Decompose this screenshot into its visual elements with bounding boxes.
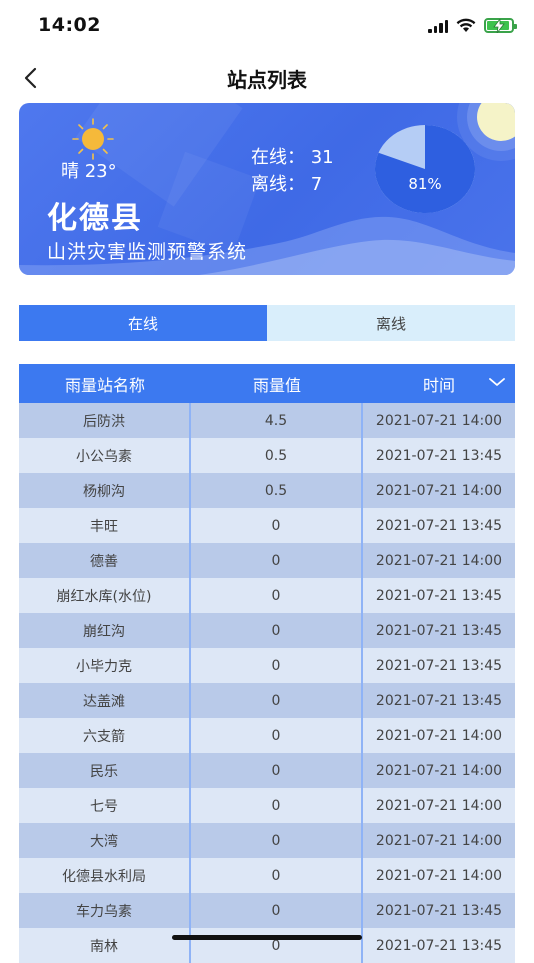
rainfall-value-cell: 0.5: [191, 438, 363, 473]
rainfall-value-cell: 0: [191, 543, 363, 578]
table-row[interactable]: 大湾 0 2021-07-21 14:00: [19, 823, 515, 858]
rainfall-value-cell: 0: [191, 893, 363, 928]
online-label: 在线：: [251, 147, 305, 168]
rainfall-value-cell: 0: [191, 823, 363, 858]
rainfall-value-cell: 0: [191, 928, 363, 963]
station-name-cell: 崩红水库(水位): [19, 578, 191, 613]
rainfall-value-cell: 0: [191, 753, 363, 788]
time-cell: 2021-07-21 13:45: [375, 692, 503, 709]
time-cell: 2021-07-21 14:00: [375, 482, 503, 499]
station-name-cell: 南林: [19, 928, 191, 963]
offline-label: 离线：: [251, 174, 305, 195]
pie-percent-label: 81%: [408, 175, 441, 193]
station-name-cell: 七号: [19, 788, 191, 823]
time-cell: 2021-07-21 13:45: [375, 657, 503, 674]
table-row[interactable]: 崩红水库(水位) 0 2021-07-21 13:45: [19, 578, 515, 613]
table-row[interactable]: 达盖滩 0 2021-07-21 13:45: [19, 683, 515, 718]
time-cell: 2021-07-21 14:00: [375, 762, 503, 779]
online-stat: 在线： 31: [251, 143, 334, 169]
time-cell: 2021-07-21 14:00: [375, 832, 503, 849]
summary-banner: 晴 23° 化德县 山洪灾害监测预警系统 在线： 31 离线： 7 81%: [19, 103, 515, 275]
table-row[interactable]: 德善 0 2021-07-21 14:00: [19, 543, 515, 578]
nav-bar: 站点列表: [0, 52, 534, 102]
time-cell: 2021-07-21 14:00: [375, 412, 503, 429]
rain-station-table: 雨量站名称 雨量值 时间 后防洪 4.5 2021-07-21 14:00 小公乌素 0…: [19, 364, 515, 963]
page-title: 站点列表: [227, 68, 307, 92]
status-icons: [428, 18, 517, 33]
station-name-cell: 大湾: [19, 823, 191, 858]
table-row[interactable]: 后防洪 4.5 2021-07-21 14:00: [19, 403, 515, 438]
online-ratio-pie: 81%: [375, 125, 475, 213]
rainfall-value-cell: 0: [191, 613, 363, 648]
offline-stat: 离线： 7: [251, 170, 322, 196]
time-cell: 2021-07-21 13:45: [375, 902, 503, 919]
station-name-cell: 后防洪: [19, 403, 191, 438]
time-cell: 2021-07-21 14:00: [375, 797, 503, 814]
tab-offline[interactable]: 离线: [267, 305, 515, 341]
weather-text: 晴 23°: [61, 161, 117, 182]
time-cell: 2021-07-21 13:45: [375, 622, 503, 639]
station-name-cell: 六支箭: [19, 718, 191, 753]
rainfall-value-cell: 0: [191, 683, 363, 718]
table-row[interactable]: 化德县水利局 0 2021-07-21 14:00: [19, 858, 515, 893]
time-cell: 2021-07-21 13:45: [375, 587, 503, 604]
sun-icon: [72, 118, 114, 160]
time-cell: 2021-07-21 13:45: [375, 447, 503, 464]
station-name-cell: 民乐: [19, 753, 191, 788]
table-row[interactable]: 七号 0 2021-07-21 14:00: [19, 788, 515, 823]
table-row[interactable]: 南林 0 2021-07-21 13:45: [19, 928, 515, 963]
moon-decoration: [477, 103, 515, 141]
status-bar: 14:02: [0, 0, 534, 52]
station-name-cell: 杨柳沟: [19, 473, 191, 508]
table-row[interactable]: 小公乌素 0.5 2021-07-21 13:45: [19, 438, 515, 473]
time-cell: 2021-07-21 14:00: [375, 867, 503, 884]
station-name-cell: 达盖滩: [19, 683, 191, 718]
time-cell: 2021-07-21 13:45: [375, 937, 503, 954]
county-name: 化德县: [47, 201, 143, 236]
station-name-cell: 德善: [19, 543, 191, 578]
column-header-station: 雨量站名称: [64, 375, 145, 395]
rainfall-value-cell: 0: [191, 508, 363, 543]
table-row[interactable]: 崩红沟 0 2021-07-21 13:45: [19, 613, 515, 648]
table-header: 雨量站名称 雨量值 时间: [19, 364, 515, 403]
table-body: 后防洪 4.5 2021-07-21 14:00 小公乌素 0.5 2021-07-21 …: [19, 403, 515, 963]
station-name-cell: 化德县水利局: [19, 858, 191, 893]
system-name: 山洪灾害监测预警系统: [47, 241, 248, 263]
online-count: 31: [310, 147, 334, 168]
table-row[interactable]: 小毕力克 0 2021-07-21 13:45: [19, 648, 515, 683]
home-indicator: [172, 935, 362, 940]
chevron-down-icon[interactable]: [489, 376, 505, 388]
station-name-cell: 小公乌素: [19, 438, 191, 473]
time-cell: 2021-07-21 13:45: [375, 517, 503, 534]
rainfall-value-cell: 0: [191, 648, 363, 683]
cellular-signal-icon: [428, 19, 448, 33]
table-row[interactable]: 车力乌素 0 2021-07-21 13:45: [19, 893, 515, 928]
rainfall-value-cell: 4.5: [191, 403, 363, 438]
rainfall-value-cell: 0: [191, 788, 363, 823]
offline-count: 7: [310, 174, 323, 195]
station-name-cell: 车力乌素: [19, 893, 191, 928]
time-cell: 2021-07-21 14:00: [375, 552, 503, 569]
battery-charging-icon: [484, 18, 517, 33]
tab-online[interactable]: 在线: [19, 305, 267, 341]
column-header-rainfall: 雨量值: [252, 375, 301, 395]
rainfall-value-cell: 0: [191, 858, 363, 893]
rainfall-value-cell: 0.5: [191, 473, 363, 508]
station-name-cell: 丰旺: [19, 508, 191, 543]
table-row[interactable]: 丰旺 0 2021-07-21 13:45: [19, 508, 515, 543]
time-cell: 2021-07-21 14:00: [375, 727, 503, 744]
rainfall-value-cell: 0: [191, 718, 363, 753]
status-tabs: 在线 离线: [19, 305, 515, 341]
status-time: 14:02: [38, 14, 101, 36]
rainfall-value-cell: 0: [191, 578, 363, 613]
station-name-cell: 小毕力克: [19, 648, 191, 683]
table-row[interactable]: 民乐 0 2021-07-21 14:00: [19, 753, 515, 788]
table-row[interactable]: 杨柳沟 0.5 2021-07-21 14:00: [19, 473, 515, 508]
table-row[interactable]: 六支箭 0 2021-07-21 14:00: [19, 718, 515, 753]
wifi-icon: [456, 18, 476, 32]
station-name-cell: 崩红沟: [19, 613, 191, 648]
